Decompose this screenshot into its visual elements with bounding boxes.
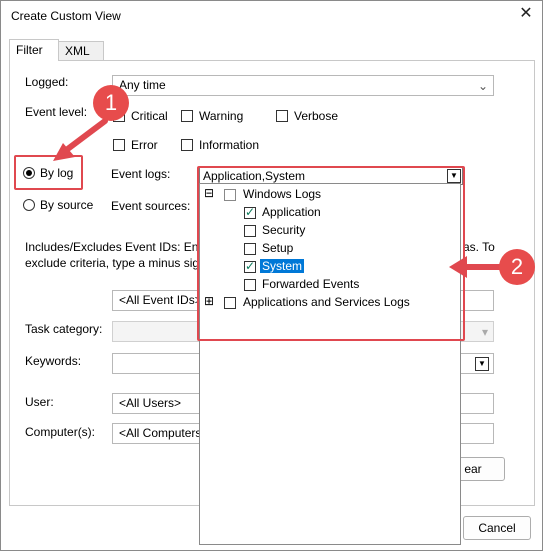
tab-filter[interactable]: Filter [9, 39, 59, 61]
create-custom-view-dialog: Create Custom View ✕ Filter XML Logged: … [0, 0, 543, 551]
annotation-arrows [53, 118, 508, 278]
arrow-1-shaft [62, 118, 108, 154]
arrow-2-head [449, 256, 467, 278]
annotation-badge-1: 1 [93, 85, 129, 121]
annotation-badge-2: 2 [499, 249, 535, 285]
